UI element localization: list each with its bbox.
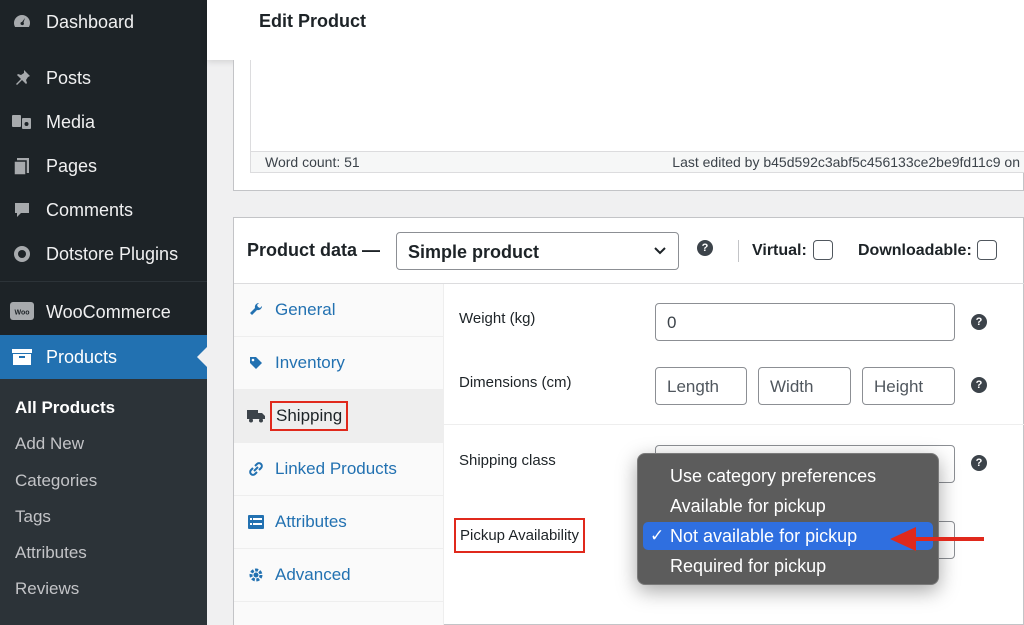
option-label: Not available for pickup [670,525,858,546]
menu-label: Dashboard [46,11,135,32]
downloadable-checkbox[interactable] [977,240,997,260]
description-editor[interactable] [250,60,1024,152]
downloadable-label: Downloadable: [858,242,972,259]
menu-item-posts[interactable]: Posts [0,56,207,100]
panel-divider [444,424,1024,425]
editor-status-bar: Word count: 51 Last edited by b45d592c3a… [250,151,1024,173]
admin-sidebar: Dashboard Posts Media Pages Comments Dot… [0,0,207,625]
menu-label: Pages [46,155,98,176]
submenu-reviews[interactable]: Reviews [15,579,79,599]
help-icon[interactable]: ? [971,455,987,471]
menu-item-comments[interactable]: Comments [0,188,207,232]
option-label: Required for pickup [670,555,827,576]
submenu-attributes[interactable]: Attributes [15,543,87,563]
virtual-checkbox[interactable] [813,240,833,260]
media-icon [10,110,34,134]
product-data-tabs: General Inventory Shipping Linked Produc… [234,284,444,625]
separator [738,240,739,262]
pages-icon [10,154,34,178]
weight-input[interactable]: 0 [655,303,955,341]
woo-logo-text: Woo [14,310,29,317]
menu-label: Comments [46,199,134,220]
tab-label: Advanced [275,565,351,584]
wrench-icon [247,301,265,319]
menu-label: Media [46,111,96,132]
menu-item-products[interactable]: Products [0,335,207,379]
tab-shipping[interactable]: Shipping [234,390,444,443]
checkmark-icon: ✓ [650,526,665,545]
option-use-category-preferences[interactable]: Use category preferences [643,462,933,490]
menu-label: Dotstore Plugins [46,243,179,264]
width-placeholder: Width [770,377,814,396]
pickup-availability-label: Pickup Availability [454,518,585,553]
menu-item-media[interactable]: Media [0,100,207,144]
menu-item-dashboard[interactable]: Dashboard [0,0,207,44]
length-input[interactable]: Length [655,367,747,405]
option-required-for-pickup[interactable]: Required for pickup [643,552,933,580]
help-icon[interactable]: ? [971,377,987,393]
tab-general[interactable]: General [234,284,444,337]
page-header: Edit Product [207,0,1024,60]
submenu-add-new[interactable]: Add New [15,434,84,454]
pickup-label-text: Pickup Availability [460,527,579,544]
woocommerce-icon: Woo [10,300,34,324]
height-placeholder: Height [874,377,924,396]
last-edited: Last edited by b45d592c3abf5c456133ce2be… [672,154,1020,170]
virtual-label: Virtual: [752,242,807,259]
weight-value: 0 [667,313,677,332]
gear-icon [247,566,265,584]
page-title: Edit Product [259,11,366,31]
products-submenu: All Products Add New Categories Tags Att… [0,379,207,625]
menu-separator [0,281,207,282]
tab-advanced[interactable]: Advanced [234,549,444,602]
submenu-all-products[interactable]: All Products [15,398,115,418]
list-icon [247,513,265,531]
tab-attributes[interactable]: Attributes [234,496,444,549]
annotation-arrow-icon [890,527,984,551]
menu-label: WooCommerce [46,301,171,322]
chevron-down-icon [652,242,668,263]
product-data-title: Product data — [247,240,381,260]
tab-label: Inventory [275,353,345,372]
width-input[interactable]: Width [758,367,851,405]
menu-item-pages[interactable]: Pages [0,144,207,188]
menu-item-woocommerce[interactable]: Woo WooCommerce [0,290,207,334]
shipping-class-label: Shipping class [459,452,556,469]
tab-label: Attributes [275,512,347,531]
tab-linked-products[interactable]: Linked Products [234,443,444,496]
tab-label: Linked Products [275,459,397,478]
height-input[interactable]: Height [862,367,955,405]
length-placeholder: Length [667,377,719,396]
archive-icon [10,345,34,369]
dimensions-label: Dimensions (cm) [459,374,572,391]
option-label: Available for pickup [670,495,826,516]
option-label: Use category preferences [670,465,877,486]
tab-label: Shipping [270,401,349,431]
menu-item-dotstore-plugins[interactable]: Dotstore Plugins [0,232,207,276]
product-data-header: Product data — Simple product ? Virtual:… [234,218,1024,284]
submenu-tags[interactable]: Tags [15,507,51,527]
link-icon [247,460,265,478]
help-icon[interactable]: ? [697,240,713,256]
menu-label: Products [46,346,118,367]
product-type-value: Simple product [408,242,540,262]
comment-icon [10,198,34,222]
tag-icon [247,354,265,372]
tab-label: General [275,300,336,319]
menu-label: Posts [46,67,92,88]
product-type-select[interactable]: Simple product [396,232,679,270]
word-count: Word count: 51 [265,154,360,170]
submenu-categories[interactable]: Categories [15,471,97,491]
pickup-availability-dropdown: Use category preferences Available for p… [637,453,939,585]
help-icon[interactable]: ? [971,314,987,330]
option-available-for-pickup[interactable]: Available for pickup [643,492,933,520]
truck-icon [247,407,265,425]
weight-label: Weight (kg) [459,310,536,327]
pin-icon [10,66,34,90]
dashboard-icon [10,10,34,34]
description-editor-box: Word count: 51 Last edited by b45d592c3a… [233,60,1024,191]
tab-inventory[interactable]: Inventory [234,337,444,390]
plugin-icon [10,242,34,266]
